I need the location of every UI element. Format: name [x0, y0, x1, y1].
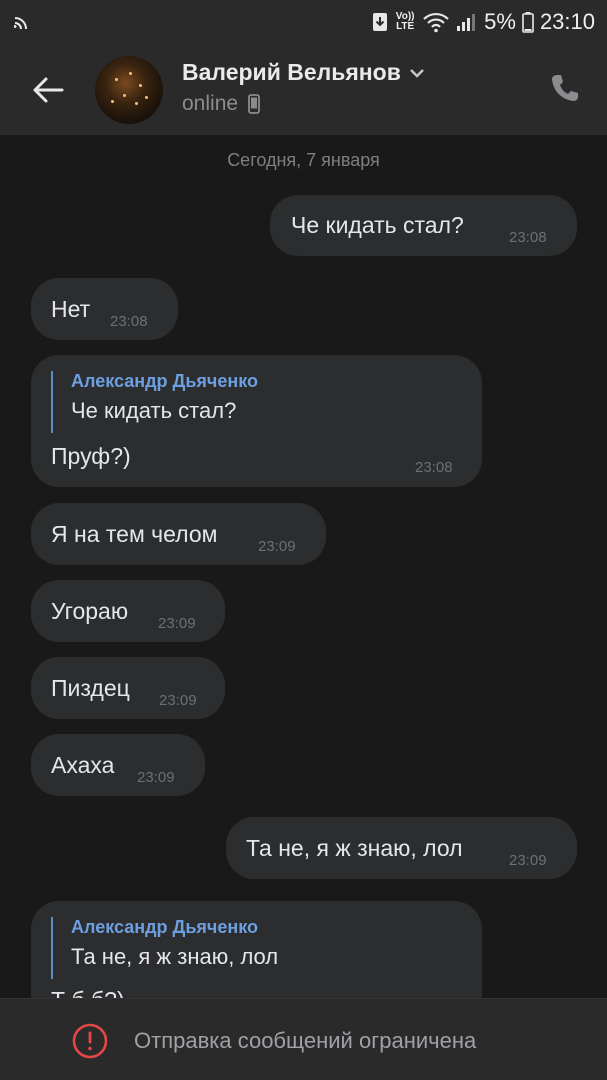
message-incoming-reply[interactable]: Александр Дьяченко Та не, я ж знаю, лол … — [31, 901, 482, 998]
contact-name-row[interactable]: Валерий Вельянов — [182, 59, 425, 86]
message-incoming[interactable]: Я на тем челом 23:09 — [31, 503, 326, 565]
message-time: 23:09 — [509, 852, 547, 869]
back-arrow-icon[interactable] — [28, 70, 68, 110]
cast-icon — [14, 17, 27, 30]
message-time: 23:08 — [110, 313, 148, 330]
contact-status: online — [182, 92, 239, 115]
message-time: 23:09 — [158, 615, 196, 632]
clock: 23:10 — [539, 9, 595, 34]
message-text: Угораю — [51, 598, 129, 624]
message-text: Та не, я ж знаю, лол — [246, 835, 463, 861]
message-text: Че кидать стал? — [291, 212, 464, 238]
message-incoming-reply[interactable]: Александр Дьяченко Че кидать стал? Пруф?… — [31, 355, 482, 487]
message-time: 23:08 — [415, 459, 453, 476]
message-outgoing[interactable]: Че кидать стал? 23:08 — [270, 195, 577, 256]
battery-icon — [522, 12, 534, 33]
message-incoming[interactable]: Ахаха 23:09 — [31, 734, 205, 796]
volte-bottom-label: LTE — [396, 21, 415, 32]
message-time: 23:08 — [509, 229, 547, 246]
volte-indicator: Vo)) LTE — [394, 12, 416, 32]
message-incoming[interactable]: Нет 23:08 — [31, 278, 178, 340]
restriction-footer: Отправка сообщений ограничена — [0, 998, 607, 1080]
alert-circle-icon — [72, 1023, 108, 1059]
message-outgoing[interactable]: Та не, я ж знаю, лол 23:09 — [226, 817, 577, 879]
message-text: Я на тем челом — [51, 521, 218, 547]
message-list[interactable]: Сегодня, 7 января Че кидать стал? 23:08 … — [0, 135, 607, 998]
message-text: Пиздец — [51, 675, 130, 701]
chat-header: Валерий Вельянов online — [0, 44, 607, 135]
mobile-device-icon — [248, 94, 260, 114]
wifi-icon — [423, 12, 449, 33]
message-time: 23:09 — [258, 538, 296, 555]
message-incoming[interactable]: Пиздец 23:09 — [31, 657, 225, 719]
message-time: 23:09 — [137, 769, 175, 786]
reply-quote[interactable]: Александр Дьяченко Че кидать стал? — [51, 371, 258, 433]
reply-text: Та не, я ж знаю, лол — [71, 944, 279, 969]
battery-percent: 5% — [484, 9, 516, 34]
download-icon — [373, 13, 388, 31]
message-incoming[interactable]: Угораю 23:09 — [31, 580, 225, 642]
message-text: Т б б?) — [51, 987, 125, 998]
reply-author: Александр Дьяченко — [71, 917, 259, 937]
phone-icon[interactable] — [549, 72, 581, 104]
status-bar: Vo)) LTE 5% 23:10 — [0, 0, 607, 44]
message-text: Пруф?) — [51, 443, 131, 469]
contact-name: Валерий Вельянов — [182, 59, 401, 85]
date-separator: Сегодня, 7 января — [227, 150, 380, 170]
reply-quote[interactable]: Александр Дьяченко Та не, я ж знаю, лол — [51, 917, 278, 979]
contact-avatar[interactable] — [95, 56, 163, 124]
chevron-down-icon — [410, 68, 424, 78]
message-time: 23:09 — [159, 692, 197, 709]
reply-author: Александр Дьяченко — [71, 371, 259, 391]
signal-icon — [457, 14, 476, 31]
message-text: Нет — [51, 296, 91, 322]
contact-status-row: online — [182, 92, 260, 116]
restriction-text: Отправка сообщений ограничена — [134, 1028, 477, 1053]
message-text: Ахаха — [51, 752, 115, 778]
reply-text: Че кидать стал? — [71, 398, 237, 423]
